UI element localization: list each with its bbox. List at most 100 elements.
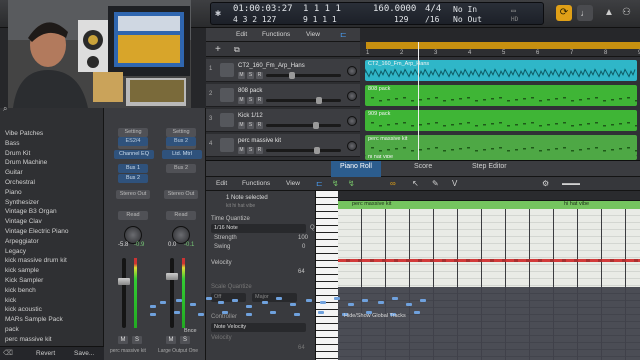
scale-root-dropdown[interactable]: Off: [211, 293, 246, 302]
midi-note[interactable]: [362, 299, 368, 302]
track-pan-knob[interactable]: [347, 141, 357, 151]
midi-note[interactable]: [176, 299, 182, 302]
midi-note[interactable]: [222, 311, 228, 314]
tab-piano-roll[interactable]: Piano Roll: [340, 163, 372, 170]
bounce-button[interactable]: Bnce: [184, 328, 197, 334]
track-record-button[interactable]: R: [256, 122, 263, 129]
library-item[interactable]: kick: [5, 297, 16, 304]
track-volume-knob[interactable]: [314, 147, 321, 154]
editor-edit-menu[interactable]: Edit: [216, 180, 227, 187]
library-item[interactable]: perc massive kit: [5, 336, 52, 343]
piano-roll-region-bar[interactable]: perc massive kit hi hat vibe: [338, 201, 640, 209]
track-volume-knob[interactable]: [315, 97, 322, 104]
tracks-view-menu[interactable]: View: [306, 31, 320, 38]
piano-roll-grid-lower[interactable]: [338, 287, 640, 360]
midi-note[interactable]: [246, 313, 252, 316]
midi-note[interactable]: [218, 301, 224, 304]
output-left[interactable]: Stereo Out: [116, 190, 150, 199]
track-record-button[interactable]: R: [256, 72, 263, 79]
midi-note[interactable]: [270, 311, 276, 314]
midi-note[interactable]: [348, 303, 354, 306]
fader-cap-left[interactable]: [118, 278, 130, 285]
track-header[interactable]: 4 perc massive kit M S R: [206, 134, 360, 157]
playhead[interactable]: [418, 42, 419, 160]
tab-score[interactable]: Score: [414, 163, 432, 170]
revert-button[interactable]: Revert: [36, 350, 55, 357]
library-item[interactable]: kick sample: [5, 267, 39, 274]
library-item[interactable]: pack: [5, 326, 19, 333]
cycle-range[interactable]: [366, 42, 640, 49]
midi-note[interactable]: [198, 313, 204, 316]
fader-cap-right[interactable]: [166, 273, 178, 280]
track-header[interactable]: 2 808 pack M S R: [206, 84, 360, 107]
send-bus2[interactable]: Bus 2: [118, 174, 148, 183]
midi-in-icon[interactable]: ↯: [332, 179, 339, 188]
output-right[interactable]: Stereo Out: [164, 190, 198, 199]
volume-fader-right[interactable]: [170, 258, 174, 328]
limiter-slot[interactable]: Ltd. Mtrl: [162, 150, 202, 159]
track-region[interactable]: perc massive kit: [365, 135, 637, 156]
track-mute-button[interactable]: M: [238, 147, 245, 154]
library-item[interactable]: Vibe Patches: [5, 130, 43, 137]
track-volume-slider[interactable]: [266, 72, 341, 79]
track-solo-button[interactable]: S: [247, 122, 254, 129]
tuner-button[interactable]: ♩: [577, 5, 593, 21]
library-item[interactable]: Legacy: [5, 248, 26, 255]
track-header[interactable]: 1 CT2_160_Fm_Arp_Hans M S R: [206, 59, 360, 82]
editor-view-menu[interactable]: View: [286, 180, 300, 187]
quantize-q-button[interactable]: Q: [310, 225, 315, 231]
link-icon[interactable]: ∞: [390, 179, 396, 188]
automation-left[interactable]: Read: [118, 211, 148, 220]
tracks-area[interactable]: CT2_160_Fm_Arp_Hans 808 pack 909 pack perc …: [360, 57, 640, 160]
settings-gear-icon[interactable]: ⚙: [542, 179, 549, 188]
track-record-button[interactable]: R: [256, 147, 263, 154]
lcd-display[interactable]: ✱ 01:00:03:27 4 3 2 127 1 1 1 1 9 1 1 1 …: [210, 2, 544, 25]
library-item[interactable]: Guitar: [5, 169, 23, 176]
swing-value[interactable]: 0: [302, 244, 305, 250]
tracks-edit-menu[interactable]: Edit: [236, 31, 247, 38]
search-icon[interactable]: ⌕: [3, 104, 7, 114]
strength-value[interactable]: 100: [298, 235, 308, 241]
midi-note[interactable]: [406, 303, 412, 306]
library-item[interactable]: Vintage Electric Piano: [5, 228, 68, 235]
solo-button-right[interactable]: S: [180, 336, 190, 344]
track-solo-button[interactable]: S: [247, 97, 254, 104]
countin-icon[interactable]: ⚇: [622, 7, 631, 18]
midi-note[interactable]: [290, 303, 296, 306]
track-pan-knob[interactable]: [347, 91, 357, 101]
midi-note[interactable]: [232, 299, 238, 302]
track-volume-slider[interactable]: [266, 97, 341, 104]
library-item[interactable]: Synthesizer: [5, 199, 39, 206]
scale-type-dropdown[interactable]: Major: [252, 293, 297, 302]
midi-note[interactable]: [160, 301, 166, 304]
editor-catch-icon[interactable]: ⊏: [316, 179, 323, 188]
input-slot-left[interactable]: ES2/4: [118, 137, 148, 146]
track-solo-button[interactable]: S: [247, 72, 254, 79]
track-mute-button[interactable]: M: [238, 122, 245, 129]
mute-button-left[interactable]: M: [118, 336, 128, 344]
library-item[interactable]: Drum Kit: [5, 150, 30, 157]
library-item[interactable]: Orchestral: [5, 179, 35, 186]
library-item[interactable]: Bass: [5, 140, 19, 147]
setting-button-right[interactable]: Setting: [166, 128, 196, 137]
tab-step-editor[interactable]: Step Editor: [472, 163, 507, 170]
midi-note[interactable]: [190, 303, 196, 306]
track-header[interactable]: 3 Kick 1/12 M S R: [206, 109, 360, 132]
controller-value[interactable]: 64: [298, 345, 305, 351]
midi-note[interactable]: [150, 305, 156, 308]
metronome-icon[interactable]: ▲: [604, 7, 614, 18]
midi-note[interactable]: [334, 297, 340, 300]
midi-out-icon[interactable]: ↯: [348, 179, 355, 188]
track-solo-button[interactable]: S: [247, 147, 254, 154]
midi-note[interactable]: [174, 311, 180, 314]
quantize-dropdown[interactable]: 1/16 Note: [211, 224, 306, 233]
midi-note[interactable]: [262, 301, 268, 304]
midi-note[interactable]: [392, 297, 398, 300]
editor-functions-menu[interactable]: Functions: [242, 180, 270, 187]
piano-keyboard[interactable]: [316, 191, 338, 360]
pencil-tool-icon[interactable]: ✎: [432, 179, 439, 188]
track-volume-slider[interactable]: [266, 122, 341, 129]
library-item[interactable]: MARs Sample Pack: [5, 316, 63, 323]
controller-dropdown[interactable]: Note Velocity: [211, 323, 306, 332]
timeline-ruler[interactable]: 123456789: [360, 42, 640, 57]
